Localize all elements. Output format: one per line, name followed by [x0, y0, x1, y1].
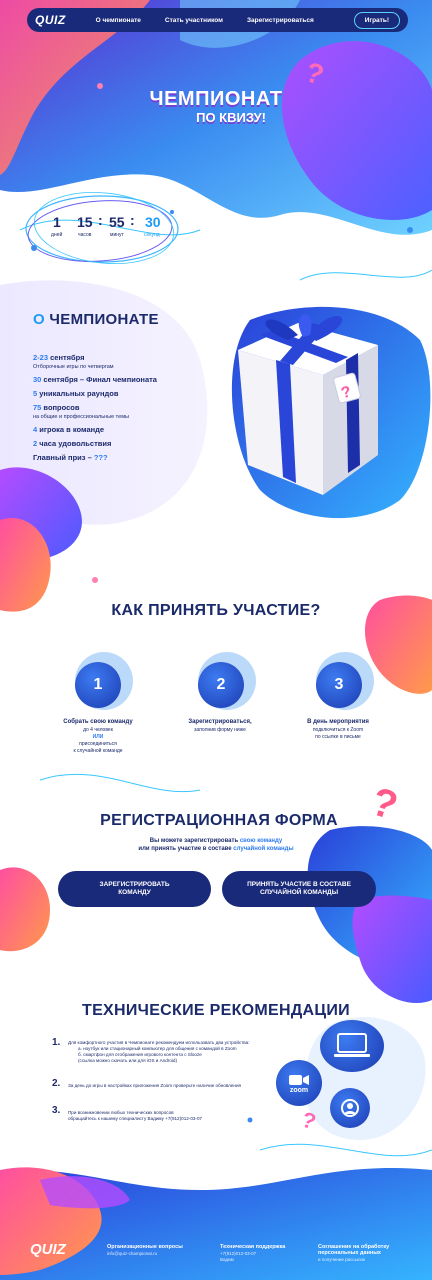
timer-seconds: 30 — [145, 214, 161, 230]
tech-item-1-number: 1. — [52, 1037, 61, 1048]
play-button[interactable]: Играть! — [353, 11, 400, 29]
support-icon — [330, 1088, 370, 1128]
step-3-icon: 3 — [316, 662, 362, 708]
how-to-participate-title: КАК ПРИНЯТЬ УЧАСТИЕ? — [111, 602, 321, 619]
nav-link-about[interactable]: О чемпионате — [96, 17, 141, 24]
about-title-rest: ЧЕМПИОНАТЕ — [44, 311, 159, 328]
about-item: 30 сентября – Финал чемпионата — [33, 375, 157, 384]
nav-link-register[interactable]: Зарегистрироваться — [247, 17, 314, 24]
logo[interactable]: QUIZ — [35, 13, 66, 27]
timer-separator: : — [98, 212, 103, 228]
hero-subtitle: ПО КВИЗУ! — [196, 110, 266, 125]
registration-description: Вы можете зарегистрировать свою команду … — [138, 838, 294, 852]
about-item: 5 уникальных раундов — [33, 389, 119, 398]
about-item-sub: Отборочные игры по четвергам — [33, 364, 114, 370]
step-2-title: Зарегистрироваться, — [188, 719, 252, 725]
tech-item-2-text: За день до игры в настройках приложения … — [68, 1083, 241, 1088]
step-1-title: Собрать свою команду — [63, 719, 133, 725]
timer-hours: 15 — [77, 214, 93, 230]
footer-tech-support: Техническая поддержка +7(912)012-03-07 В… — [220, 1244, 286, 1262]
timer-minutes: 55 — [109, 214, 125, 230]
about-list: 2-23 сентября Отборочные игры по четверг… — [33, 353, 223, 463]
footer-agreement-link[interactable]: Соглашение на обработку персональных дан… — [318, 1244, 389, 1262]
timer-minutes-label: минут — [110, 232, 124, 238]
timer-days: 1 — [53, 214, 61, 230]
join-random-team-button[interactable]: ПРИНЯТЬ УЧАСТИЕ В СОСТАВЕ СЛУЧАЙНОЙ КОМА… — [222, 871, 376, 907]
footer-org-contacts: Организационные вопросы info@quiz-champi… — [107, 1244, 183, 1256]
tech-item-1-text: Для комфортного участия в Чемпионате рек… — [68, 1040, 250, 1063]
registration-title: РЕГИСТРАЦИОННАЯ ФОРМА — [100, 812, 338, 829]
tech-item-3-text: При возникновении любых технических вопр… — [68, 1110, 203, 1121]
gift-box-illustration: ? — [238, 314, 378, 495]
footer-phone-link[interactable]: +7(912)012-03-07 — [220, 1251, 285, 1256]
top-navigation: QUIZ О чемпионате Стать участником Зарег… — [27, 8, 408, 32]
footer-logo[interactable]: QUIZ — [30, 1241, 66, 1258]
about-title-prefix: О — [33, 311, 45, 328]
tech-item-2-number: 2. — [52, 1078, 61, 1089]
timer-separator: : — [130, 212, 135, 228]
tech-recommendations-title: ТЕХНИЧЕСКИЕ РЕКОМЕНДАЦИИ — [82, 1002, 350, 1019]
step-2-icon: 2 — [198, 662, 244, 708]
register-team-button[interactable]: ЗАРЕГИСТРИРОВАТЬ КОМАНДУ — [58, 871, 211, 907]
about-item: Главный приз – ??? — [33, 453, 108, 462]
about-item-sub: на общие и профессиональные темы — [33, 414, 129, 420]
about-item: 2-23 сентября — [33, 353, 85, 362]
nav-link-become-participant[interactable]: Стать участником — [165, 17, 223, 24]
step-2-desc: заполнив форму ниже — [194, 727, 246, 733]
laptop-icon — [320, 1020, 384, 1072]
about-item: 75 вопросов — [33, 403, 80, 412]
step-3-title: В день мероприятия — [307, 719, 369, 725]
step-3-desc: подключиться к Zoom по ссылке в письме — [312, 727, 364, 740]
tech-item-3-number: 3. — [52, 1105, 61, 1116]
timer-hours-label: часов — [78, 232, 92, 238]
random-team-link[interactable]: случайной команды — [233, 846, 293, 852]
about-item: 2 часа удовольствия — [33, 439, 112, 448]
about-item: 4 игрока в команде — [33, 425, 105, 434]
timer-seconds-label: секунд — [144, 232, 160, 238]
timer-days-label: дней — [51, 232, 63, 238]
own-team-link[interactable]: свою команду — [240, 838, 282, 844]
about-title: О ЧЕМПИОНАТЕ — [33, 311, 159, 328]
hero-title: ЧЕМПИОНАТ — [149, 88, 283, 110]
step-1-desc: до 4 человек ИЛИ присоединиться к случай… — [73, 727, 123, 754]
step-1-icon: 1 — [75, 662, 121, 708]
zoom-icon: zoom — [276, 1060, 322, 1106]
footer-email-link[interactable]: info@quiz-championat.ru — [107, 1251, 183, 1256]
countdown-timer: 1 15 : 55 : 30 дней часов минут секунд — [22, 188, 182, 270]
